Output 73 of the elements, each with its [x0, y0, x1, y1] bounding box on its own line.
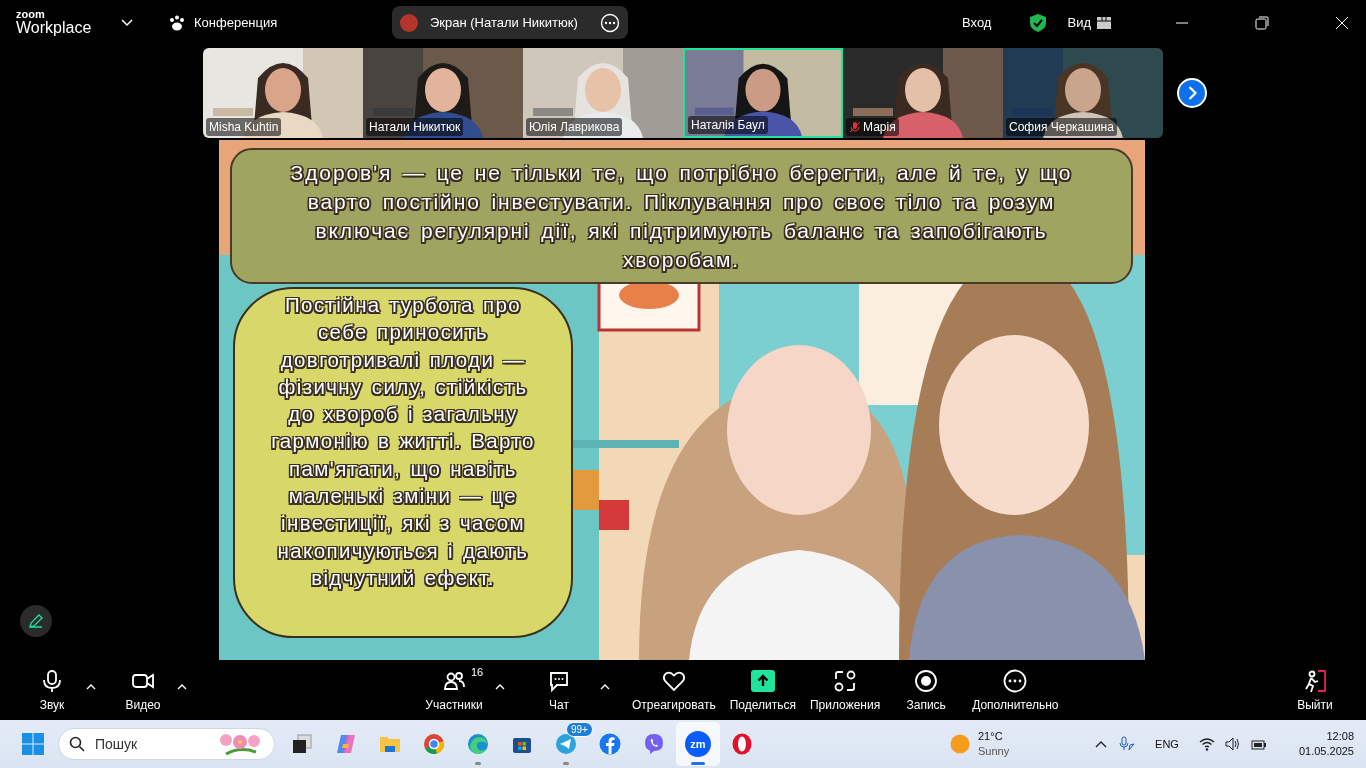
exit-icon — [1303, 668, 1327, 693]
toolbar-button[interactable]: Запись — [894, 668, 959, 712]
paw-icon — [168, 13, 186, 32]
notification-badge: 99+ — [566, 722, 593, 737]
logo-text: zoom — [16, 9, 46, 20]
video-tile[interactable]: Misha Kuhtin — [203, 47, 363, 138]
language-indicator[interactable]: ENG — [1155, 738, 1179, 750]
slide-text: Постійна турбота про себе приносить довготривалі плоди — фізичну силу, стійкість до хвороб і загальну гармонію в житті. Варто пам'ятати, що навіть маленькі зміни — це інвестиції, які з часом накопичуються і дають відчутний ефект. — [233, 287, 573, 638]
more-icon[interactable] — [600, 12, 620, 33]
next-page-icon[interactable] — [1177, 77, 1207, 108]
share-indicator[interactable]: Экран (Натали Никитюк) — [392, 6, 628, 39]
toolbar-button[interactable]: Дополнительно — [972, 668, 1059, 712]
meeting-title: Конференция — [194, 15, 279, 30]
video-tile[interactable]: Юлія Лаврикова — [523, 47, 683, 138]
more-icon — [1003, 668, 1028, 693]
zoom-app-icon[interactable]: zm — [685, 731, 711, 757]
name-label: Misha Kuhtin — [206, 117, 282, 136]
participant-count: 16 — [471, 665, 484, 678]
caret-icon[interactable] — [86, 682, 96, 690]
slide-heading: Здоров'я — це не тільки те, що потрібно берегти, але й те, у що варто постійно інвестувати. Піклування про своє тіло та розум включає регулярні дії, які підтримують баланс та запобігають хворобам. — [230, 148, 1133, 284]
close-icon[interactable] — [1335, 15, 1349, 30]
windows-icon[interactable] — [290, 732, 314, 756]
name-label: Натали Никитюк — [366, 117, 464, 136]
clock-time[interactable]: 12:08 — [1326, 729, 1354, 744]
search-icon — [69, 736, 85, 752]
name-label: Марія — [846, 117, 899, 136]
search-input[interactable]: Пошук — [93, 735, 208, 753]
search-field[interactable]: Пошук — [58, 728, 275, 760]
windows-start-icon[interactable] — [22, 733, 44, 755]
video-tile[interactable]: Марія — [843, 47, 1003, 138]
video-tile[interactable]: Наталія Баул — [683, 47, 843, 138]
caret-icon[interactable] — [495, 682, 505, 690]
wifi-icon[interactable] — [1198, 736, 1215, 752]
pencil-icon — [28, 613, 44, 629]
toolbar-button[interactable]: Приложения — [809, 668, 881, 712]
video-tile[interactable]: София Черкашина — [1003, 47, 1163, 138]
chrome-icon[interactable] — [422, 732, 446, 756]
toolbar-button[interactable]: 16 Участники — [422, 668, 486, 712]
restore-icon[interactable] — [1255, 15, 1269, 30]
share-icon — [750, 668, 775, 693]
toolbar-button[interactable]: Выйти — [1283, 668, 1347, 712]
chevron-icon[interactable] — [121, 18, 133, 27]
caret-icon[interactable] — [177, 682, 187, 690]
clock-date[interactable]: 01.05.2025 — [1298, 744, 1354, 759]
temperature: 21°C — [978, 729, 1004, 744]
viber-icon[interactable] — [642, 732, 666, 756]
name-label: София Черкашина — [1006, 117, 1117, 136]
toolbar-button[interactable]: Отреагировать — [632, 668, 716, 712]
speaker-icon[interactable] — [1224, 736, 1241, 752]
video-tile[interactable]: Натали Никитюк — [363, 47, 523, 138]
facebook-icon[interactable] — [598, 732, 622, 756]
logo-text: Workplace — [16, 20, 93, 36]
name-label: Юлія Лаврикова — [526, 117, 623, 136]
toolbar-button[interactable]: Поделиться — [729, 668, 796, 712]
grid-icon[interactable] — [1097, 16, 1111, 29]
caret-icon[interactable] — [600, 682, 610, 690]
microphone-icon — [40, 668, 64, 693]
edge-icon[interactable] — [466, 732, 490, 756]
view-button[interactable]: Вид — [1067, 15, 1091, 30]
sign-in-link[interactable]: Вход — [962, 15, 992, 30]
toolbar-button[interactable]: Видео — [111, 668, 175, 712]
toolbar-button[interactable]: Звук — [20, 668, 84, 712]
copilot-icon[interactable] — [334, 732, 358, 756]
telegram-icon[interactable] — [554, 732, 578, 756]
apps-icon — [833, 668, 858, 693]
toolbar-button[interactable]: Чат — [527, 668, 591, 712]
name-label: Наталія Баул — [688, 115, 768, 134]
annotate-button[interactable] — [20, 605, 52, 637]
weather-text: Sunny — [978, 744, 1010, 759]
shield-icon[interactable] — [1029, 12, 1048, 33]
opera-icon[interactable] — [730, 732, 754, 756]
microphone-icon[interactable] — [1119, 736, 1136, 752]
record-icon — [914, 668, 939, 693]
